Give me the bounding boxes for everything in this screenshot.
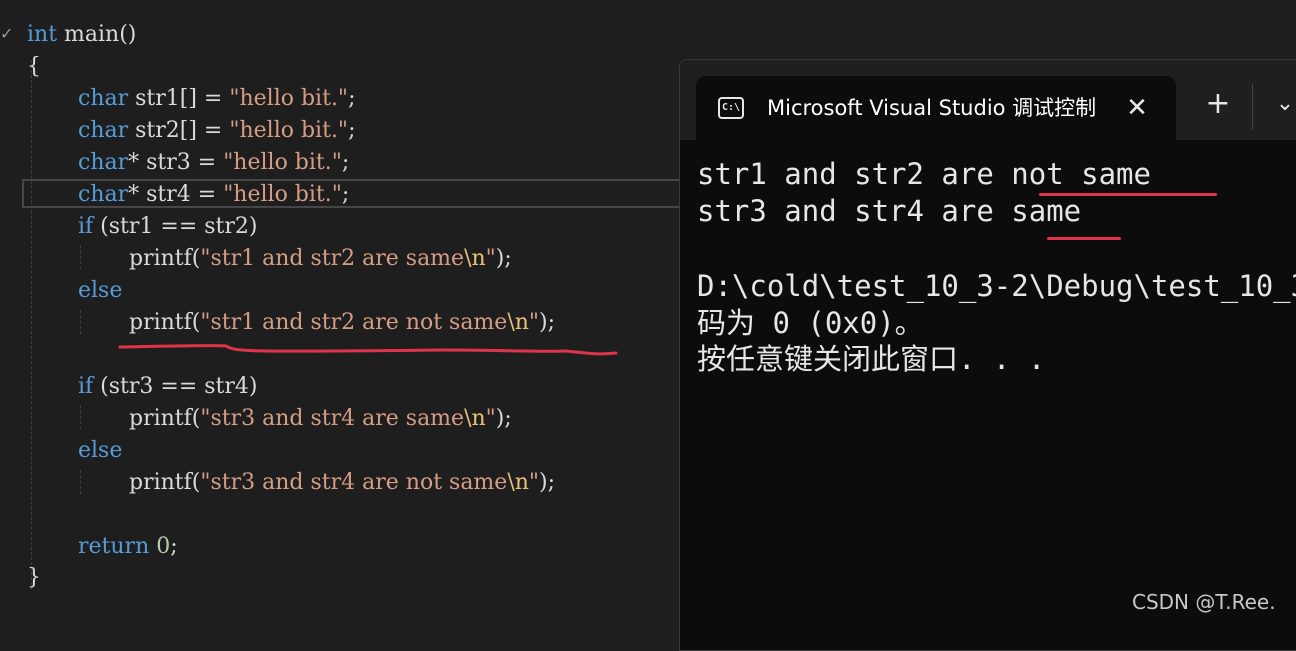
code-line-str1[interactable]: char str1[] = "hello bit.";: [78, 83, 355, 115]
watermark: CSDN @T.Ree.: [1132, 590, 1276, 614]
indent-guide: [80, 470, 81, 494]
titlebar-divider: [1252, 84, 1253, 130]
code-line-close-brace[interactable]: }: [27, 562, 41, 594]
code-line-printf-same-1[interactable]: printf("str1 and str2 are same\n");: [129, 243, 512, 275]
code-line-printf-not-same-2[interactable]: printf("str3 and str4 are not same\n");: [129, 467, 555, 499]
chevron-down-icon[interactable]: ⌄: [1265, 84, 1296, 124]
tab-title: Microsoft Visual Studio 调试控制台: [767, 96, 1097, 120]
console-tab[interactable]: C:\ Microsoft Visual Studio 调试控制台 ✕: [696, 76, 1176, 140]
red-underline-annotation: [1047, 237, 1121, 240]
red-underline-annotation: [1039, 193, 1217, 196]
indent-guide: [80, 310, 81, 334]
code-line-printf-not-same-1[interactable]: printf("str1 and str2 are not same\n");: [129, 307, 555, 339]
indent-guide: [80, 405, 81, 429]
console-titlebar[interactable]: C:\ Microsoft Visual Studio 调试控制台 ✕ + ⌄: [680, 60, 1296, 140]
new-tab-button[interactable]: +: [1198, 84, 1238, 124]
code-line-str2[interactable]: char str2[] = "hello bit.";: [78, 115, 355, 147]
debug-console-window[interactable]: C:\ Microsoft Visual Studio 调试控制台 ✕ + ⌄ …: [679, 59, 1296, 651]
code-line-str4[interactable]: char* str4 = "hello bit.";: [78, 179, 349, 211]
code-line-main[interactable]: int main(): [27, 19, 136, 51]
code-line-printf-same-2[interactable]: printf("str3 and str4 are same\n");: [129, 403, 512, 435]
console-output-line: 码为 0 (0x0)。: [697, 306, 924, 340]
code-line-open-brace[interactable]: {: [27, 51, 41, 83]
close-icon[interactable]: ✕: [1122, 93, 1152, 123]
code-line-else-2[interactable]: else: [78, 435, 122, 467]
console-output-line: D:\cold\test_10_3-2\Debug\test_10_3-2.ex…: [697, 269, 1296, 303]
console-output-line: str3 and str4 are same: [697, 194, 1082, 228]
code-line-if-str1-str2[interactable]: if (str1 == str2): [78, 211, 258, 243]
fold-toggle-icon[interactable]: ✓: [0, 24, 13, 43]
red-underline-annotation: [118, 344, 618, 356]
code-line-str3[interactable]: char* str3 = "hello bit.";: [78, 147, 349, 179]
terminal-icon: C:\: [718, 97, 744, 119]
console-output-line: str1 and str2 are not same: [697, 157, 1151, 191]
indent-guide: [80, 245, 81, 269]
console-output-line: 按任意键关闭此窗口. . .: [697, 342, 1046, 376]
code-line-else-1[interactable]: else: [78, 275, 122, 307]
indent-guide: [31, 60, 32, 590]
code-line-if-str3-str4[interactable]: if (str3 == str4): [78, 371, 258, 403]
code-line-return[interactable]: return 0;: [78, 531, 178, 563]
